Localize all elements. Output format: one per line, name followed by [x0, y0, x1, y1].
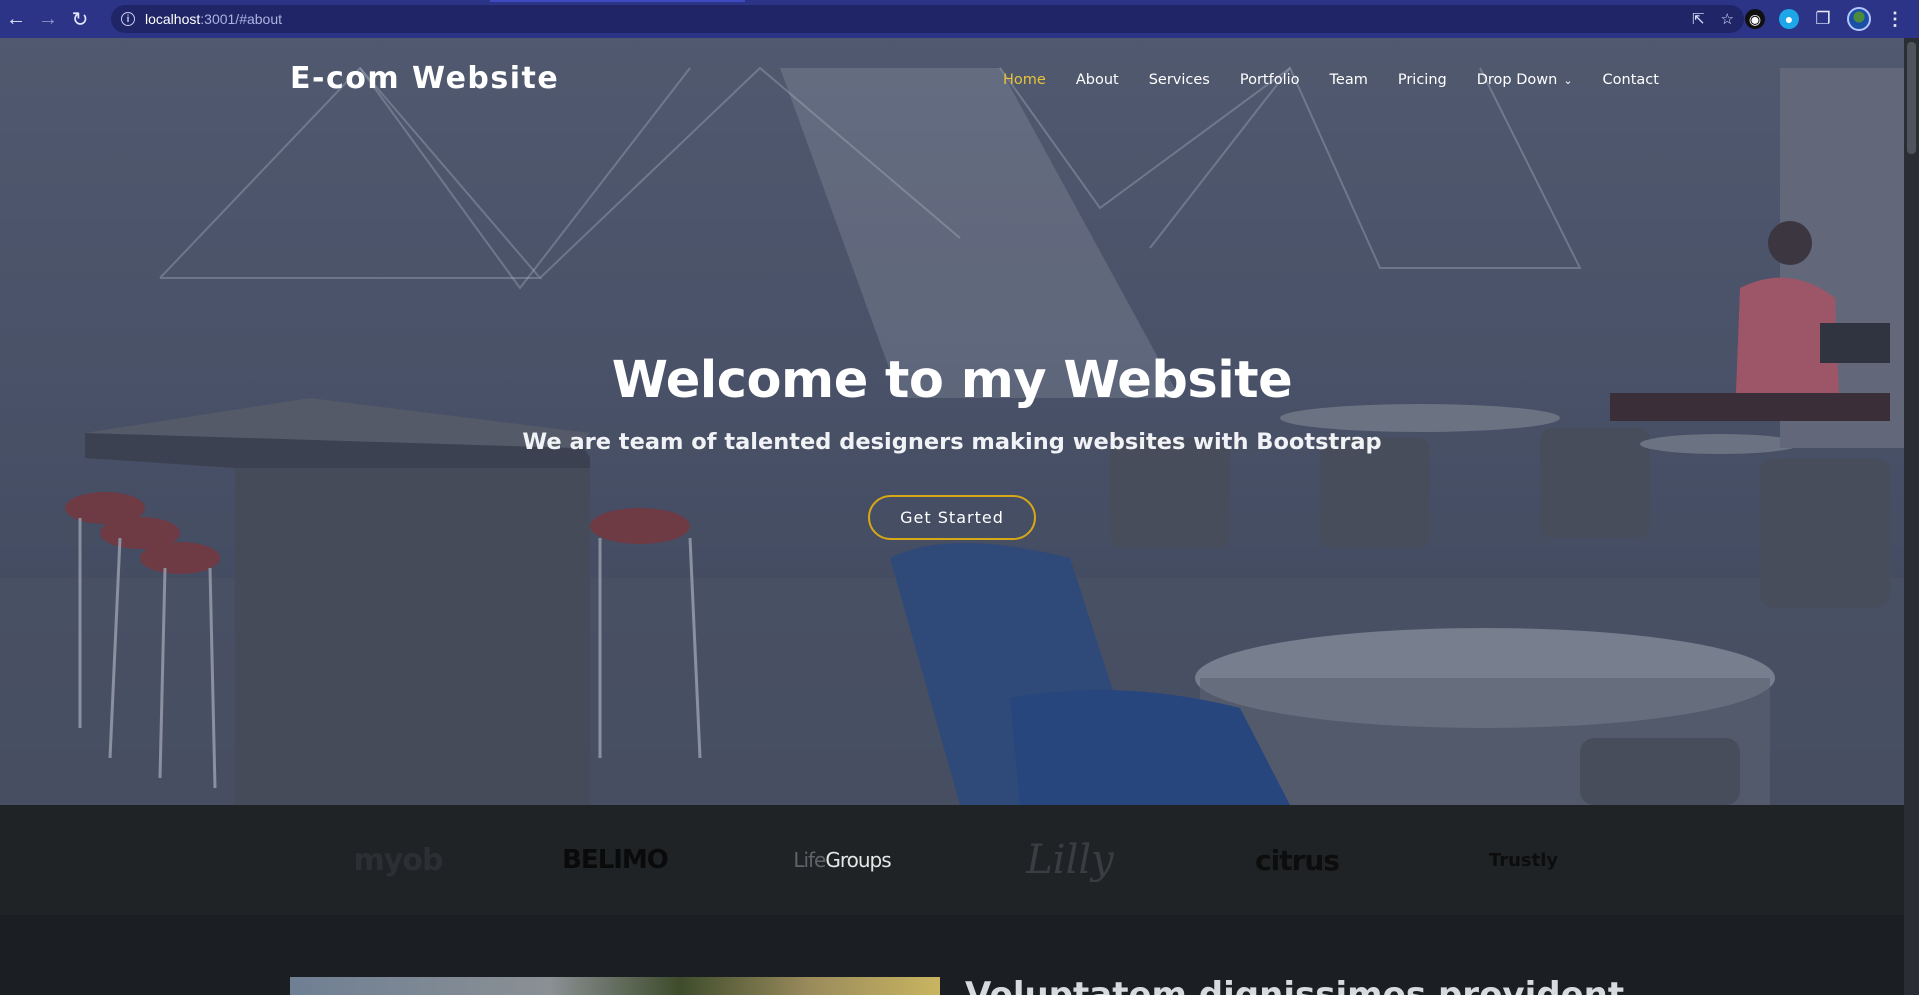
browser-menu-icon[interactable]: ⋮	[1885, 9, 1905, 29]
client-logo-lilly[interactable]: Lilly	[1015, 833, 1125, 887]
client-logo-lifegroups-b: Groups	[825, 848, 891, 872]
scrollbar-thumb[interactable]	[1907, 42, 1916, 154]
url-text[interactable]: localhost:3001/#about	[145, 11, 282, 27]
bookmark-star-icon[interactable]: ☆	[1721, 10, 1734, 28]
hero-title: Welcome to my Website	[611, 351, 1293, 410]
extension-spy-icon[interactable]: ◉	[1745, 9, 1765, 29]
client-logo-lifegroups[interactable]: Life Groups	[792, 833, 892, 887]
site-info-icon[interactable]: i	[121, 12, 135, 26]
hero-subtitle: We are team of talented designers making…	[522, 429, 1382, 455]
hero-content: Welcome to my Website We are team of tal…	[0, 38, 1904, 805]
client-logo-trustly[interactable]: Trustly	[1466, 833, 1581, 887]
page-scrollbar[interactable]	[1904, 38, 1919, 995]
client-logo-citrus[interactable]: citrus	[1242, 833, 1352, 887]
get-started-button[interactable]: Get Started	[868, 495, 1036, 540]
hero-section: E-com Website Home About Services Portfo…	[0, 38, 1904, 805]
forward-icon[interactable]: →	[32, 0, 64, 38]
profile-avatar[interactable]	[1847, 7, 1871, 31]
clients-section: myob BELIMO Life Groups Lilly citrus Trus…	[0, 805, 1904, 915]
tab-indicator	[490, 0, 745, 2]
extension-blue-icon[interactable]: ●	[1779, 9, 1799, 29]
client-logo-myob[interactable]: myob	[343, 833, 453, 887]
client-logo-belimo[interactable]: BELIMO	[562, 833, 669, 887]
about-title: Voluptatem dignissimos provident	[965, 975, 1625, 995]
share-icon[interactable]: ⇱	[1692, 10, 1705, 28]
extensions-puzzle-icon[interactable]: ❐	[1813, 9, 1833, 29]
about-image	[290, 977, 940, 995]
back-icon[interactable]: ←	[0, 0, 32, 38]
client-logo-lifegroups-a: Life	[793, 848, 826, 872]
reload-icon[interactable]: ↻	[64, 0, 96, 38]
browser-toolbar: ← → ↻ i localhost:3001/#about ⇱ ☆ ◉ ● ❐ …	[0, 0, 1919, 38]
about-section: Voluptatem dignissimos provident	[0, 915, 1904, 995]
address-bar[interactable]: i localhost:3001/#about ⇱ ☆	[111, 5, 1744, 33]
